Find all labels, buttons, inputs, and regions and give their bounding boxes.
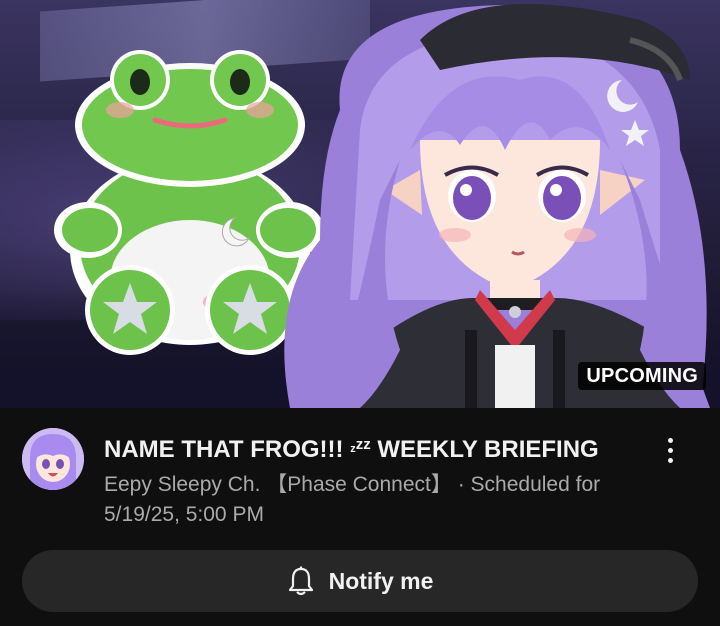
title-prefix: NAME THAT FROG!!! <box>104 436 344 463</box>
menu-dot <box>667 447 673 453</box>
menu-dot <box>667 437 673 443</box>
avatar-image <box>22 428 84 490</box>
meta-separator: · <box>457 473 465 496</box>
more-vert-icon[interactable] <box>650 430 690 470</box>
channel-avatar[interactable] <box>22 428 84 490</box>
title-suffix: WEEKLY BRIEFING <box>377 436 599 463</box>
upcoming-badge: UPCOMING <box>578 362 706 390</box>
video-meta: Eepy Sleepy Ch. 【Phase Connect】 · Schedu… <box>104 470 664 530</box>
bell-icon <box>288 566 313 596</box>
schedule-label: Scheduled for <box>470 473 601 496</box>
menu-dot <box>667 457 673 463</box>
video-title[interactable]: NAME THAT FROG!!! zzz WEEKLY BRIEFING <box>104 430 644 465</box>
notify-label: Notify me <box>328 567 434 594</box>
vtuber-character-illustration <box>284 4 710 408</box>
channel-name[interactable]: Eepy Sleepy Ch. 【Phase Connect】 <box>104 473 452 496</box>
video-thumbnail[interactable]: UPCOMING <box>0 0 720 408</box>
sleep-zz-glyph: zzz <box>350 436 371 455</box>
notify-me-button[interactable]: Notify me <box>22 550 698 612</box>
scheduled-time: 5/19/25, 5:00 PM <box>104 503 264 526</box>
